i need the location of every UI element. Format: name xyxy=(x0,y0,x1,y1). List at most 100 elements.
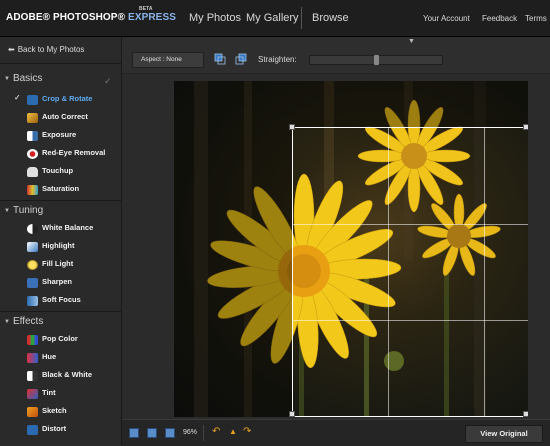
redo-icon[interactable]: ↷ xyxy=(243,426,251,437)
rotate-left-icon[interactable] xyxy=(214,53,226,65)
soft-focus-icon xyxy=(27,296,38,306)
straighten-label: Straighten: xyxy=(258,55,297,64)
crop-shade-top xyxy=(174,81,528,127)
sidebar-item-touchup[interactable]: Touchup xyxy=(14,165,121,179)
sidebar-item-label: Touchup xyxy=(42,166,74,175)
pop-color-icon xyxy=(27,335,38,345)
tint-icon xyxy=(27,389,38,399)
sidebar-item-auto-correct[interactable]: Auto Correct xyxy=(14,111,121,125)
nav-divider xyxy=(301,7,302,29)
sidebar-item-black-white[interactable]: Black & White xyxy=(14,369,121,383)
check-icon: ✓ xyxy=(14,93,21,102)
grid-line xyxy=(293,320,528,321)
back-to-my-photos-link[interactable]: ⬅ Back to My Photos xyxy=(8,45,84,54)
undo-icon[interactable]: ↶ xyxy=(212,426,220,437)
photo-canvas xyxy=(122,74,550,418)
nav-terms[interactable]: Terms xyxy=(525,14,547,23)
collapse-panel-icon[interactable]: ▼ xyxy=(408,38,415,45)
nav-your-account[interactable]: Your Account xyxy=(423,14,470,23)
highlight-icon xyxy=(27,242,38,252)
sidebar-item-distort[interactable]: Distort xyxy=(14,423,121,437)
fit-view-icon[interactable] xyxy=(129,428,139,438)
sidebar-item-label: Highlight xyxy=(42,241,75,250)
bottom-bar: 96% ↶ ▲ ↷ View Original xyxy=(122,419,550,446)
view-original-button[interactable]: View Original xyxy=(465,425,543,443)
photo-image[interactable] xyxy=(174,81,528,417)
sidebar-item-label: Crop & Rotate xyxy=(42,94,93,103)
sidebar-item-saturation[interactable]: Saturation xyxy=(14,183,121,197)
logo-main: ADOBE® PHOTOSHOP® xyxy=(6,12,126,23)
sidebar-item-sketch[interactable]: Sketch xyxy=(14,405,121,419)
back-label: Back to My Photos xyxy=(17,45,85,54)
top-bar: ADOBE® PHOTOSHOP® EXPRESS BETA My Photos … xyxy=(0,0,550,37)
section-tuning[interactable]: ▼ Tuning xyxy=(4,205,43,216)
sidebar-item-sharpen[interactable]: Sharpen xyxy=(14,276,121,290)
sidebar-item-label: Distort xyxy=(42,424,67,433)
crop-handle-bottom-left[interactable] xyxy=(289,411,295,417)
section-effects[interactable]: ▼ Effects xyxy=(4,316,43,327)
slider-thumb[interactable] xyxy=(374,55,379,65)
rotate-right-icon[interactable] xyxy=(235,53,247,65)
sidebar-item-label: White Balance xyxy=(42,223,94,232)
sidebar-item-pop-color[interactable]: Pop Color xyxy=(14,333,121,347)
crop-toolbar: ▼ Aspect : None Straighten: xyxy=(122,37,550,74)
crop-handle-top-right[interactable] xyxy=(523,124,528,130)
crop-handle-top-left[interactable] xyxy=(289,124,295,130)
sidebar-item-label: Red-Eye Removal xyxy=(42,148,106,157)
saturation-icon xyxy=(27,185,38,195)
sidebar-item-soft-focus[interactable]: Soft Focus xyxy=(14,294,121,308)
zoom-level: 96% xyxy=(183,429,198,436)
crop-box[interactable] xyxy=(292,127,528,417)
pencil-icon xyxy=(27,407,38,417)
sidebar-item-label: Exposure xyxy=(42,130,77,139)
exposure-icon xyxy=(27,131,38,141)
grid-line xyxy=(388,128,389,416)
sidebar-item-white-balance[interactable]: White Balance xyxy=(14,222,121,236)
sidebar-item-crop-rotate[interactable]: ✓ Crop & Rotate xyxy=(14,93,121,107)
sidebar-divider xyxy=(0,200,121,201)
auto-wand-icon[interactable]: ✓ xyxy=(104,76,112,87)
nav-browse[interactable]: Browse xyxy=(312,12,349,24)
bottom-divider xyxy=(203,425,204,441)
black-white-icon xyxy=(27,371,38,381)
grid-line xyxy=(484,128,485,416)
sidebar-item-label: Soft Focus xyxy=(42,295,81,304)
grid-line xyxy=(293,224,528,225)
white-balance-icon xyxy=(27,224,38,234)
section-title: Basics xyxy=(12,73,43,84)
sidebar-item-label: Sketch xyxy=(42,406,67,415)
sidebar-item-red-eye-removal[interactable]: Red-Eye Removal xyxy=(14,147,121,161)
sidebar-item-highlight[interactable]: Highlight xyxy=(14,240,121,254)
sidebar-item-exposure[interactable]: Exposure xyxy=(14,129,121,143)
section-title: Tuning xyxy=(12,205,44,216)
nav-feedback[interactable]: Feedback xyxy=(482,14,517,23)
sidebar-divider xyxy=(0,63,121,64)
collapse-triangle-icon: ▼ xyxy=(4,319,10,325)
nav-my-gallery[interactable]: My Gallery xyxy=(246,12,299,24)
logo-express: EXPRESS xyxy=(128,12,176,23)
sidebar-item-label: Saturation xyxy=(42,184,80,193)
section-basics[interactable]: ▼ Basics xyxy=(4,73,42,84)
crop-handle-bottom-right[interactable] xyxy=(523,411,528,417)
bulb-icon xyxy=(27,260,38,270)
sidebar-item-label: Sharpen xyxy=(42,277,73,286)
red-eye-icon xyxy=(27,149,38,159)
sidebar-item-hue[interactable]: Hue xyxy=(14,351,121,365)
sidebar-item-label: Pop Color xyxy=(42,334,78,343)
actual-size-icon[interactable] xyxy=(147,428,157,438)
sidebar-item-label: Auto Correct xyxy=(42,112,88,121)
back-arrow-icon: ⬅ xyxy=(8,45,15,54)
collapse-triangle-icon: ▼ xyxy=(4,208,10,214)
straighten-slider[interactable] xyxy=(309,55,443,65)
aspect-dropdown[interactable]: Aspect : None xyxy=(132,52,204,68)
zoom-icon[interactable] xyxy=(165,428,175,438)
hue-icon xyxy=(27,353,38,363)
collapse-triangle-icon: ▼ xyxy=(4,76,10,82)
app-logo: ADOBE® PHOTOSHOP® EXPRESS BETA xyxy=(6,6,176,23)
sidebar-item-tint[interactable]: Tint xyxy=(14,387,121,401)
history-icon[interactable]: ▲ xyxy=(229,427,237,436)
nav-my-photos[interactable]: My Photos xyxy=(189,12,241,24)
sidebar-item-label: Fill Light xyxy=(42,259,74,268)
sidebar-item-fill-light[interactable]: Fill Light xyxy=(14,258,121,272)
hand-icon xyxy=(27,167,38,177)
